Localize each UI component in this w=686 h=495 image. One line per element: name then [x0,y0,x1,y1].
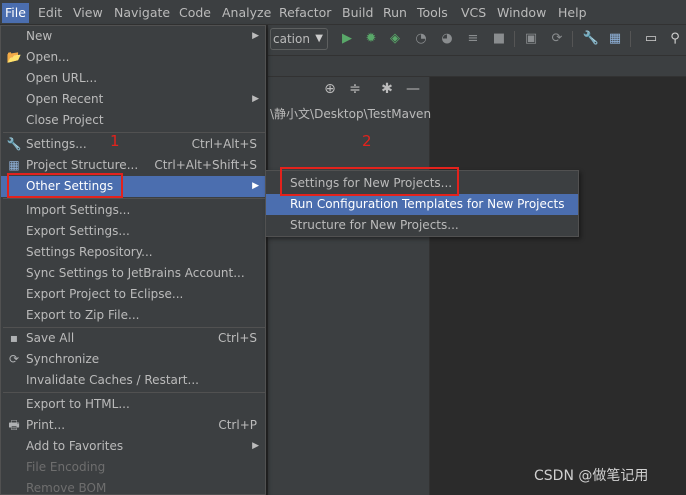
menu-view[interactable]: View [73,3,103,23]
step-icon[interactable]: ≡ [464,30,482,48]
collapse-icon[interactable]: ≑ [346,79,364,99]
menu-separator [3,392,265,393]
menu-item-export-settings[interactable]: Export Settings... [1,221,265,242]
submenu-arrow-icon: ▶ [252,181,259,191]
toolbar-separator [630,31,631,47]
menu-file[interactable]: File [2,3,29,23]
locate-icon[interactable]: ⊕ [321,79,339,99]
submenu-item-structure-new-projects[interactable]: Structure for New Projects... [266,215,578,236]
menu-item-open-url[interactable]: Open URL... [1,68,265,89]
menu-item-settings-repository[interactable]: Settings Repository... [1,242,265,263]
menu-item-save-all[interactable]: ▪ Save All Ctrl+S [1,328,265,349]
menu-item-export-html[interactable]: Export to HTML... [1,394,265,415]
coverage-icon[interactable]: ◈ [386,30,404,48]
menubar: File Edit View Navigate Code Analyze Ref… [0,0,686,25]
menu-item-add-to-favorites[interactable]: Add to Favorites ▶ [1,436,265,457]
run-configuration-label: cation [273,32,310,46]
menu-item-synchronize[interactable]: ⟳ Synchronize [1,349,265,370]
main-toolbar: cation ▼ ▶ ✹ ◈ ◔ ◕ ≡ ■ ▣ ⟳ 🔧 ▦ ▭ ⚲ [268,25,686,55]
menu-item-close-project[interactable]: Close Project [1,110,265,131]
window-icon[interactable]: ▭ [642,30,660,48]
submenu-arrow-icon: ▶ [252,441,259,451]
navigation-bar [268,55,686,77]
build-icon[interactable]: ▣ [522,30,540,48]
editor-area [431,77,686,495]
settings-wrench-icon[interactable]: 🔧 [582,30,600,48]
annotation-step-2: 2 [362,132,372,150]
submenu-item-run-config-templates[interactable]: Run Configuration Templates for New Proj… [266,194,578,215]
debug-icon[interactable]: ✹ [362,30,380,48]
menu-navigate[interactable]: Navigate [114,3,170,23]
submenu-arrow-icon: ▶ [252,94,259,104]
menu-separator [3,132,265,133]
menu-item-new[interactable]: New ▶ [1,26,265,47]
menu-analyze[interactable]: Analyze [222,3,271,23]
profile-icon[interactable]: ◔ [412,30,430,48]
menu-item-open-recent[interactable]: Open Recent ▶ [1,89,265,110]
menu-item-remove-bom: Remove BOM [26,481,107,495]
menu-item-export-zip[interactable]: Export to Zip File... [1,305,265,326]
ide-window: File Edit View Navigate Code Analyze Ref… [0,0,686,495]
menu-separator [3,198,265,199]
menu-item-export-eclipse[interactable]: Export Project to Eclipse... [1,284,265,305]
chevron-down-icon: ▼ [315,33,323,44]
annotation-box-settings-new-projects [280,167,459,196]
menu-build[interactable]: Build [342,3,373,23]
menu-run[interactable]: Run [383,3,407,23]
annotation-box-other-settings [7,173,123,198]
menu-item-settings[interactable]: 🔧 Settings... Ctrl+Alt+S [1,134,265,155]
project-panel-header: ⊕ ≑ ✱ — [268,77,430,101]
synchronize-icon: ⟳ [8,352,20,366]
sync-icon[interactable]: ⟳ [548,30,566,48]
gear-icon[interactable]: ✱ [378,79,396,99]
search-icon[interactable]: ⚲ [666,30,684,48]
run-configuration-dropdown[interactable]: cation ▼ [270,28,328,50]
watermark: CSDN @做笔记用 [534,468,649,484]
run-icon[interactable]: ▶ [338,30,356,48]
file-menu: New ▶ 📂 Open... Open URL... Open Recent … [0,25,266,495]
annotation-step-1: 1 [110,132,120,150]
attach-icon[interactable]: ◕ [438,30,456,48]
menu-item-invalidate-caches[interactable]: Invalidate Caches / Restart... [1,370,265,391]
menu-window[interactable]: Window [497,3,546,23]
menu-item-print[interactable]: 🖶 Print... Ctrl+P [1,415,265,436]
submenu-arrow-icon: ▶ [252,31,259,41]
toolbar-separator [572,31,573,47]
menu-item-open[interactable]: 📂 Open... [1,47,265,68]
menu-item-file-encoding: File Encoding [26,460,106,474]
menu-item-import-settings[interactable]: Import Settings... [1,200,265,221]
project-structure-icon[interactable]: ▦ [606,30,624,48]
menu-tools[interactable]: Tools [417,3,448,23]
project-path: \静小文\Desktop\TestMaven [270,107,432,121]
project-tool-window: ⊕ ≑ ✱ — \静小文\Desktop\TestMaven [268,77,432,495]
hide-icon[interactable]: — [404,79,422,99]
stop-icon[interactable]: ■ [490,30,508,48]
save-icon: ▪ [9,331,19,345]
menu-help[interactable]: Help [558,3,587,23]
menu-code[interactable]: Code [179,3,211,23]
menu-vcs[interactable]: VCS [461,3,486,23]
toolbar-separator [514,31,515,47]
menu-refactor[interactable]: Refactor [279,3,331,23]
folder-icon: 📂 [6,50,22,64]
print-icon: 🖶 [8,418,20,432]
wrench-icon: 🔧 [6,137,22,151]
menu-item-sync-settings[interactable]: Sync Settings to JetBrains Account... [1,263,265,284]
menu-edit[interactable]: Edit [38,3,62,23]
